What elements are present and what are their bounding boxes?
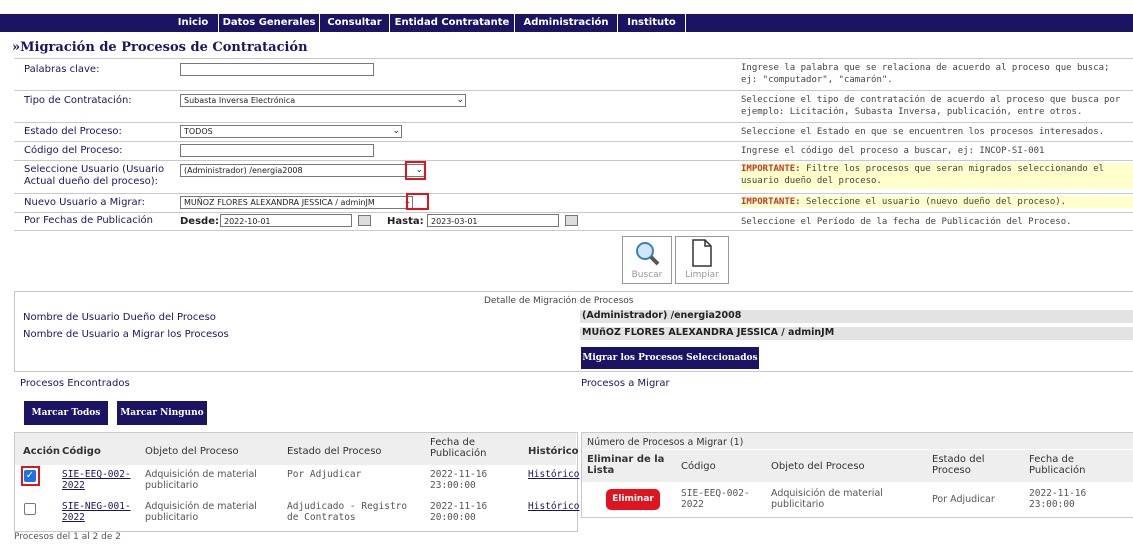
migrar-procesos-button[interactable]: Migrar los Procesos Seleccionados (581, 347, 759, 369)
th-codigo: Código (62, 446, 101, 457)
th-codigo-migrar: Código (681, 461, 716, 472)
estado-select-value: TODOS (184, 127, 213, 136)
nuevo-select[interactable]: MUÑOZ FLORES ALEXANDRA JESSICA / adminJM… (180, 196, 413, 209)
th-accion: Acción (23, 446, 61, 457)
keywords-help: Ingrese la palabra que se relaciona de a… (741, 63, 1110, 85)
nav-datos-generales[interactable]: Datos Generales (219, 14, 320, 32)
row-2-checkbox[interactable] (24, 503, 36, 515)
detalle-title: Detalle de Migración de Procesos (484, 296, 634, 306)
tipo-select[interactable]: Subasta Inversa Electrónica ⌄ (180, 94, 466, 107)
usuario-help-strong: IMPORTANTE: (741, 164, 801, 174)
buscar-button[interactable]: Buscar (622, 236, 672, 284)
fechas-label: Por Fechas de Publicación (24, 215, 153, 226)
th-objeto: Objeto del Proceso (145, 446, 239, 457)
blank-page-icon (692, 239, 712, 267)
buscar-label: Buscar (631, 270, 663, 280)
dueno-label: Nombre de Usuario Dueño del Proceso (23, 312, 216, 323)
estado-select[interactable]: TODOS ⌄ (180, 125, 402, 138)
highlight-box (21, 466, 40, 486)
marcar-ninguno-button[interactable]: Marcar Ninguno (117, 401, 207, 425)
nuevo-help-strong: IMPORTANTE: (741, 197, 801, 207)
th-fecha-migrar: Fecha de Publicación (1029, 454, 1086, 476)
limpiar-button[interactable]: Limpiar (675, 236, 729, 284)
desde-label: Desde: (180, 216, 219, 227)
estado-label: Estado del Proceso: (24, 126, 122, 137)
row-2-fecha: 2022-11-16 20:00:00 (430, 501, 488, 523)
usuario-label: Seleccione Usuario (Usuario Actual dueño… (24, 164, 165, 187)
row-2-objeto: Adquisición de material publicitario (145, 501, 257, 523)
highlight-box (406, 193, 429, 210)
codigo-input[interactable] (180, 144, 374, 157)
magnifier-icon (636, 242, 660, 266)
migrar-row-fecha: 2022-11-16 23:00:00 (1029, 488, 1087, 510)
nav-instituto[interactable]: Instituto (618, 14, 686, 32)
th-eliminar: Eliminar de la Lista (587, 454, 665, 476)
row-1-codigo[interactable]: SIE-EEQ-002-2022 (62, 469, 134, 491)
encontrados-title: Procesos Encontrados (20, 378, 130, 389)
a-migrar-title: Procesos a Migrar (581, 378, 670, 389)
chevron-down-icon: ⌄ (392, 126, 400, 136)
row-1-historico-link[interactable]: Histórico (528, 469, 579, 480)
calendar-icon[interactable] (565, 215, 578, 226)
codigo-label: Código del Proceso: (24, 145, 123, 156)
th-historico: Histórico (528, 446, 579, 457)
usuario-select[interactable]: (Administrador) /energia2008 ⌄ (180, 164, 425, 177)
dueno-value: (Administrador) /energia2008 (580, 310, 1133, 323)
keywords-label: Palabras clave: (24, 64, 100, 75)
nav-consultar[interactable]: Consultar (320, 14, 390, 32)
th-objeto-migrar: Objeto del Proceso (771, 461, 865, 472)
tipo-help: Seleccione el tipo de contratación de ac… (741, 95, 1121, 117)
nuevo-select-value: MUÑOZ FLORES ALEXANDRA JESSICA / adminJM (184, 198, 375, 207)
migrar-row-estado: Por Adjudicar (932, 494, 995, 505)
tipo-select-value: Subasta Inversa Electrónica (184, 96, 296, 105)
estado-help: Seleccione el Estado en que se encuentre… (741, 127, 1105, 137)
migrar-label: Nombre de Usuario a Migrar los Procesos (23, 329, 229, 340)
nav-inicio[interactable]: Inicio (168, 14, 219, 32)
encontrados-footer: Procesos del 1 al 2 de 2 (14, 532, 122, 542)
nuevo-help-text: Seleccione el usuario (nuevo dueño del p… (806, 197, 1067, 207)
page-title: »Migración de Procesos de Contratación (12, 40, 308, 55)
th-estado: Estado del Proceso (287, 446, 382, 457)
fechas-help: Seleccione el Período de la fecha de Pub… (741, 217, 1072, 227)
usuario-select-value: (Administrador) /energia2008 (184, 166, 303, 175)
nav-entidad-contratante[interactable]: Entidad Contratante (390, 14, 515, 32)
eliminar-button[interactable]: Eliminar (606, 489, 660, 510)
row-1-estado: Por Adjudicar (287, 469, 362, 480)
a-migrar-count: Número de Procesos a Migrar (1) (587, 437, 744, 448)
nuevo-label: Nuevo Usuario a Migrar: (24, 197, 145, 208)
codigo-help: Ingrese el código del proceso a buscar, … (741, 146, 1045, 156)
limpiar-label: Limpiar (685, 270, 719, 280)
migrar-row-objeto: Adquisición de material publicitario (771, 488, 883, 510)
marcar-todos-button[interactable]: Marcar Todos (24, 401, 108, 425)
highlight-box (405, 161, 426, 180)
row-2-estado: Adjudicado - Registro de Contratos (287, 501, 408, 523)
nav-administracion[interactable]: Administración (515, 14, 618, 32)
hasta-label: Hasta: (387, 216, 424, 227)
migrar-row-codigo: SIE-EEQ-002-2022 (681, 488, 750, 510)
th-estado-migrar: Estado del Proceso (932, 454, 985, 476)
th-fecha: Fecha de Publicación (430, 437, 487, 459)
row-2-historico-link[interactable]: Histórico (528, 501, 579, 512)
migrar-value: MUñOZ FLORES ALEXANDRA JESSICA / adminJM (580, 327, 1133, 340)
row-2-codigo[interactable]: SIE-NEG-001-2022 (62, 501, 134, 523)
usuario-help: IMPORTANTE: Filtre los procesos que sera… (741, 163, 1133, 189)
row-1-fecha: 2022-11-16 23:00:00 (430, 469, 488, 491)
tipo-label: Tipo de Contratación: (24, 95, 132, 106)
nuevo-help: IMPORTANTE: Seleccione el usuario (nuevo… (741, 196, 1133, 208)
row-1-objeto: Adquisición de material publicitario (145, 469, 257, 491)
desde-input[interactable]: 2022-10-01 (220, 214, 352, 227)
chevron-down-icon: ⌄ (456, 95, 464, 105)
calendar-icon[interactable] (358, 215, 371, 226)
keywords-input[interactable] (180, 63, 374, 76)
hasta-input[interactable]: 2023-03-01 (427, 214, 559, 227)
